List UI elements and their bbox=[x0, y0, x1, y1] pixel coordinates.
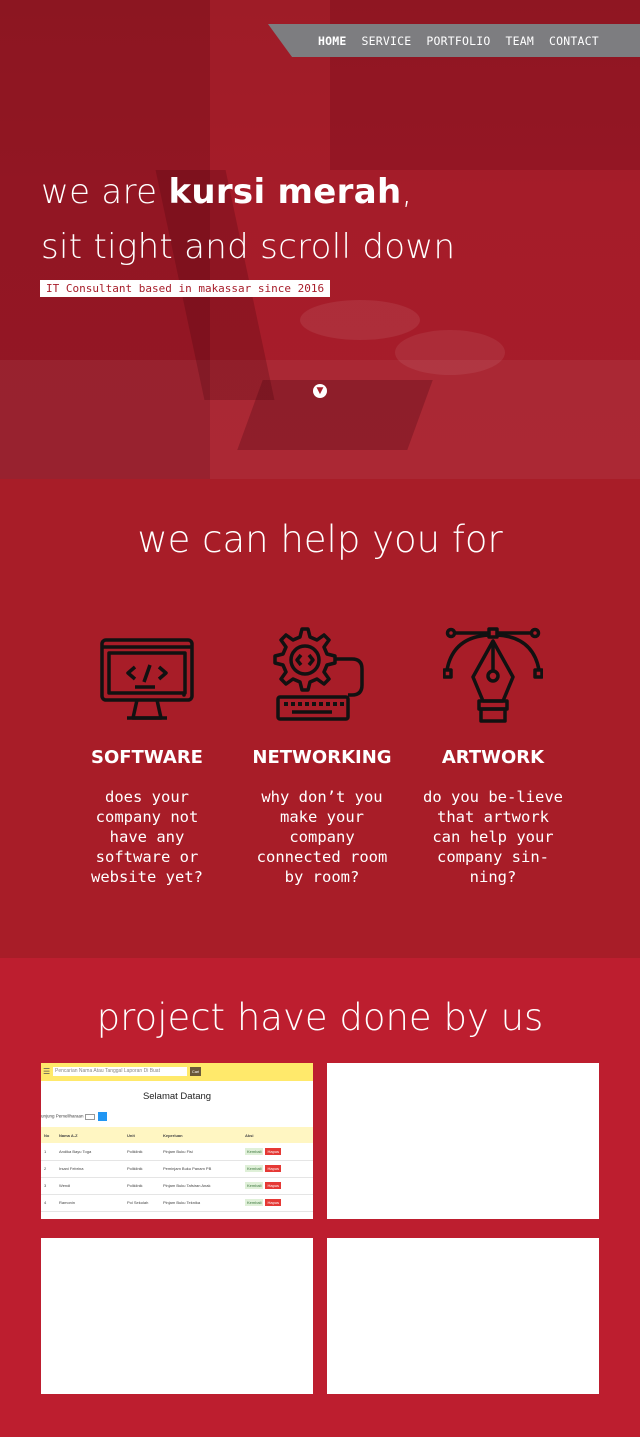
nav-item-contact[interactable]: CONTACT bbox=[549, 34, 599, 48]
service-title: NETWORKING bbox=[252, 747, 392, 768]
nav-item-service[interactable]: SERVICE bbox=[362, 34, 412, 48]
scroll-down-button[interactable]: ▼ bbox=[313, 384, 327, 398]
table-row: 3 Wendi Poliklinik Pinjam Buku Tafsiran … bbox=[41, 1177, 313, 1195]
table-cell: Poliklinik bbox=[124, 1177, 160, 1195]
preview-top-bar: ☰ Pencarian Nama Atau Tanggal Laporan Di… bbox=[41, 1063, 313, 1081]
services-heading: we can help you for bbox=[137, 518, 503, 561]
nav-item-portfolio[interactable]: PORTFOLIO bbox=[426, 34, 490, 48]
table-header: Unit bbox=[124, 1127, 160, 1143]
projects-section: project have done by us ☰ Pencarian Nama… bbox=[0, 958, 640, 1437]
hero-title-prefix: we are bbox=[41, 172, 169, 212]
table-cell: 3 bbox=[41, 1177, 56, 1195]
background-photo-shade bbox=[395, 330, 505, 375]
table-header: Keperluan bbox=[160, 1127, 242, 1143]
table-cell: Poliklinik bbox=[124, 1143, 160, 1161]
table-cell: Pinjam Buku Teknika bbox=[160, 1194, 242, 1212]
table-cell: Pinjam Buku Tafsiran Anak bbox=[160, 1177, 242, 1195]
table-cell: Kembali Hapus bbox=[242, 1194, 313, 1212]
table-cell: Pinjam Buku Fisi bbox=[160, 1143, 242, 1161]
preview-filter-select bbox=[84, 1113, 95, 1120]
hero-title-suffix: , bbox=[401, 172, 413, 212]
table-cell: Andika Bayu Toga bbox=[56, 1143, 124, 1161]
pen-tool-icon bbox=[443, 627, 543, 723]
service-title: ARTWORK bbox=[441, 747, 545, 768]
table-cell: Irsani Febrina bbox=[56, 1160, 124, 1178]
table-header: No bbox=[41, 1127, 56, 1143]
table-cell: Peminjam Buku Panam PB bbox=[160, 1160, 242, 1178]
menu-icon: ☰ bbox=[43, 1067, 51, 1076]
delete-badge: Hapus bbox=[265, 1199, 282, 1206]
table-cell: 2 bbox=[41, 1160, 56, 1178]
delete-badge: Hapus bbox=[265, 1182, 282, 1189]
preview-search-button: Cari bbox=[190, 1067, 201, 1076]
project-screenshot: ☰ Pencarian Nama Atau Tanggal Laporan Di… bbox=[41, 1063, 313, 1219]
return-badge: Kembali bbox=[245, 1199, 264, 1206]
hero-title-line2: sit tight and scroll down bbox=[41, 227, 456, 267]
return-badge: Kembali bbox=[245, 1165, 264, 1172]
preview-welcome: Selamat Datang bbox=[142, 1091, 212, 1102]
nav-item-team[interactable]: TEAM bbox=[506, 34, 535, 48]
table-row: 2 Irsani Febrina Poliklinik Peminjam Buk… bbox=[41, 1160, 313, 1178]
table-cell: Kembali Hapus bbox=[242, 1160, 313, 1178]
gear-keyboard-icon bbox=[273, 627, 364, 721]
return-badge: Kembali bbox=[245, 1147, 264, 1155]
project-card[interactable] bbox=[327, 1063, 599, 1219]
service-text: do you be-lieve that artwork can help yo… bbox=[423, 788, 563, 886]
table-cell: Kembali Hapus bbox=[242, 1143, 313, 1161]
table-cell: Ramonin bbox=[56, 1194, 124, 1212]
preview-search-input: Pencarian Nama Atau Tanggal Laporan Di B… bbox=[53, 1067, 187, 1076]
main-nav: HOME SERVICE PORTFOLIO TEAM CONTACT bbox=[268, 24, 640, 57]
table-cell: Kembali Hapus bbox=[242, 1177, 313, 1195]
table-row: 1 Andika Bayu Toga Poliklinik Pinjam Buk… bbox=[41, 1143, 313, 1161]
projects-heading: project have done by us bbox=[96, 996, 544, 1039]
preview-filter-label: unjung Pemeliharaan bbox=[41, 1113, 84, 1119]
table-cell: Pol Sekolah bbox=[124, 1194, 160, 1212]
service-title: SOFTWARE bbox=[91, 747, 203, 768]
table-header: Nama A-Z bbox=[56, 1127, 124, 1143]
chevron-down-icon: ▼ bbox=[316, 386, 324, 396]
table-row: 4 Ramonin Pol Sekolah Pinjam Buku Teknik… bbox=[41, 1194, 313, 1212]
table-cell: 4 bbox=[41, 1194, 56, 1212]
background-photo-shade bbox=[300, 300, 420, 340]
hero-brand: kursi merah bbox=[168, 172, 402, 212]
table-header: Aksi bbox=[242, 1127, 313, 1143]
preview-table: No Nama A-Z Unit Keperluan Aksi 1 Andika… bbox=[41, 1127, 313, 1212]
project-card[interactable] bbox=[327, 1238, 599, 1394]
table-cell: Poliklinik bbox=[124, 1160, 160, 1178]
monitor-code-icon bbox=[100, 638, 194, 720]
preview-filter: unjung Pemeliharaan bbox=[41, 1112, 108, 1121]
table-cell: Wendi bbox=[56, 1177, 124, 1195]
hero-tagline: IT Consultant based in makassar since 20… bbox=[40, 280, 331, 297]
project-card[interactable]: ☰ Pencarian Nama Atau Tanggal Laporan Di… bbox=[41, 1063, 313, 1219]
return-badge: Kembali bbox=[245, 1182, 264, 1189]
preview-filter-button bbox=[98, 1112, 108, 1121]
delete-badge: Hapus bbox=[265, 1165, 282, 1172]
service-text: does your company not have any software … bbox=[91, 788, 203, 886]
hero-section: HOME SERVICE PORTFOLIO TEAM CONTACT we a… bbox=[0, 0, 640, 479]
project-card[interactable] bbox=[41, 1238, 313, 1394]
service-text: why don’t you make your company connecte… bbox=[256, 788, 388, 886]
hero-title: we are kursi merah, sit tight and scroll… bbox=[41, 165, 455, 275]
table-cell: 1 bbox=[41, 1143, 56, 1161]
nav-item-home[interactable]: HOME bbox=[318, 34, 347, 48]
delete-badge: Hapus bbox=[265, 1147, 282, 1155]
services-section: we can help you for SOFTWARE does your c… bbox=[0, 479, 640, 958]
